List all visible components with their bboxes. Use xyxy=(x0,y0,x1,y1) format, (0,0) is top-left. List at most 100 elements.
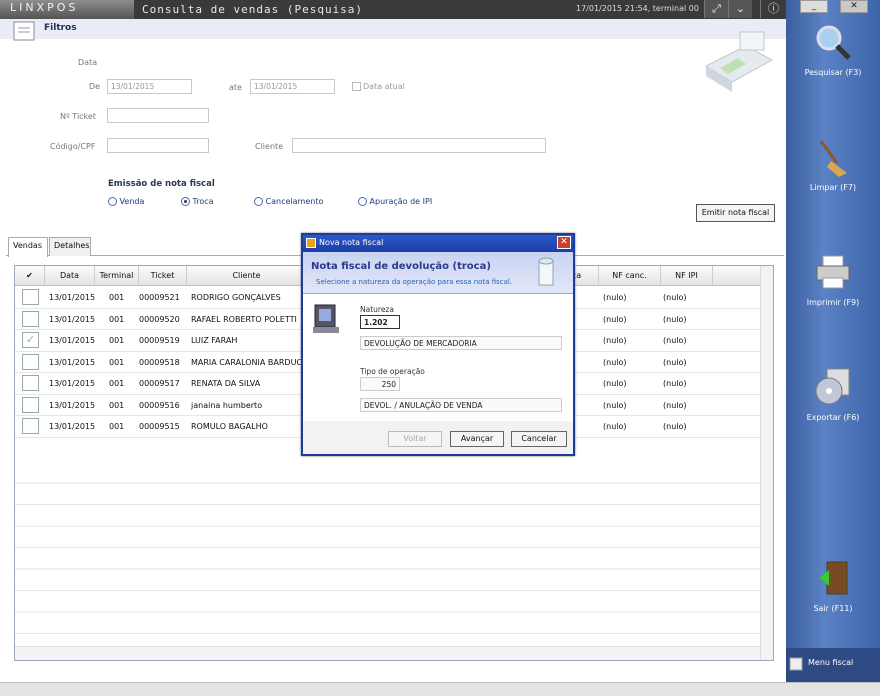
sidebar-item-exportar[interactable]: Exportar (F6) xyxy=(786,367,880,422)
voltar-button[interactable]: Voltar xyxy=(388,431,442,447)
data-label: Data xyxy=(78,58,98,67)
dialog-subtitle: Selecione a natureza da operação para es… xyxy=(316,278,513,286)
exit-door-icon xyxy=(819,561,848,595)
row-checkbox[interactable] xyxy=(22,289,39,305)
minimize-button[interactable]: _ xyxy=(800,0,828,13)
cancelar-button[interactable]: Cancelar xyxy=(511,431,567,447)
col-cliente[interactable]: Cliente xyxy=(187,266,307,286)
cell-cliente: LUIZ FARAH xyxy=(191,336,238,345)
cash-register-icon xyxy=(704,31,774,92)
close-button[interactable]: ✕ xyxy=(840,0,868,13)
notebook-icon xyxy=(789,657,803,671)
row-checkbox[interactable] xyxy=(22,332,39,348)
printer-icon xyxy=(816,255,850,289)
computer-icon xyxy=(313,304,339,333)
radio-troca[interactable]: Troca xyxy=(181,197,214,206)
sidebar-item-sair[interactable]: Sair (F11) xyxy=(786,558,880,613)
col-check[interactable]: ✔ xyxy=(15,266,45,286)
cliente-field[interactable] xyxy=(292,138,546,153)
cell-check xyxy=(15,309,45,330)
cell-nf-canc: (nulo) xyxy=(603,379,627,388)
col-data[interactable]: Data xyxy=(45,266,95,286)
avancar-button[interactable]: Avançar xyxy=(450,431,504,447)
row-checkbox[interactable] xyxy=(22,396,39,413)
cell-cliente: ROMULO BAGALHO xyxy=(191,422,268,431)
magnifier-icon xyxy=(816,25,851,60)
cell-ticket: 00009520 xyxy=(139,314,180,324)
natureza-field[interactable]: 1.202 xyxy=(360,315,400,329)
cell-data: 13/01/2015 xyxy=(49,314,96,324)
ticket-field[interactable] xyxy=(107,108,209,123)
date-to-field[interactable]: 13/01/2015 xyxy=(250,79,335,94)
emitir-nota-fiscal-button[interactable]: Emitir nota fiscal xyxy=(696,204,775,222)
data-atual-label: Data atual xyxy=(363,82,405,91)
info-button[interactable]: ⓘ xyxy=(760,0,786,18)
dialog-close-button[interactable]: ✕ xyxy=(557,236,571,249)
row-checkbox[interactable] xyxy=(22,375,39,391)
cell-data: 13/01/2015 xyxy=(49,357,96,367)
cell-ticket: 00009519 xyxy=(139,336,180,345)
cell-nf-canc: (nulo) xyxy=(603,293,627,302)
cell-cliente: RENATA DA SILVA xyxy=(191,379,261,388)
radio-venda[interactable]: Venda xyxy=(108,197,144,206)
col-ticket[interactable]: Ticket xyxy=(139,266,187,286)
codigo-cpf-field[interactable] xyxy=(107,138,209,153)
cell-check xyxy=(15,330,45,351)
filtros-title: Filtros xyxy=(44,23,77,33)
date-from-field[interactable]: 13/01/2015 xyxy=(107,79,192,94)
emissao-label: Emissão de nota fiscal xyxy=(108,179,215,189)
radio-cancelamento-dot xyxy=(254,197,263,206)
radio-apuracao-ipi[interactable]: Apuração de IPI xyxy=(358,197,432,206)
tab-detalhes[interactable]: Detalhes xyxy=(49,237,91,256)
cell-nf-canc: (nulo) xyxy=(603,314,627,324)
tipo-operacao-description: DEVOL. / ANULAÇÃO DE VENDA xyxy=(360,398,562,412)
sidebar-item-imprimir[interactable]: Imprimir (F9) xyxy=(786,252,880,307)
database-icon xyxy=(538,257,554,286)
cell-nf-ipi: (nulo) xyxy=(663,314,687,324)
cell-ticket: 00009518 xyxy=(139,357,180,367)
status-text: 17/01/2015 21:54, terminal 00 xyxy=(576,4,699,13)
window-title: Consulta de vendas (Pesquisa) xyxy=(142,3,364,16)
sidebar-item-label: Pesquisar (F3) xyxy=(804,68,862,77)
status-bar xyxy=(0,682,880,696)
col-nf-canc[interactable]: NF canc. xyxy=(599,266,661,286)
broom-icon xyxy=(819,140,847,177)
row-checkbox[interactable] xyxy=(22,353,39,370)
nova-nota-fiscal-dialog: Nova nota fiscal ✕ Nota fiscal de devolu… xyxy=(301,233,575,456)
disc-icon xyxy=(815,368,850,405)
ate-label: ate xyxy=(229,83,242,92)
cell-nf-ipi: (nulo) xyxy=(663,293,687,302)
vertical-scrollbar[interactable] xyxy=(760,266,773,660)
row-checkbox[interactable] xyxy=(22,310,39,327)
cell-terminal: 001 xyxy=(109,314,125,324)
dialog-title: Nova nota fiscal xyxy=(319,238,384,247)
cell-data: 13/01/2015 xyxy=(49,336,96,345)
info-icon: ⓘ xyxy=(768,2,779,15)
cell-data: 13/01/2015 xyxy=(49,293,96,302)
tipo-operacao-field[interactable]: 250 xyxy=(360,377,400,391)
radio-cancelamento-label: Cancelamento xyxy=(265,197,324,206)
expand-icon: ⤢ xyxy=(712,2,721,15)
filtros-header xyxy=(0,19,786,39)
row-checkbox[interactable] xyxy=(22,418,39,434)
tab-vendas[interactable]: Vendas xyxy=(8,237,48,257)
sidebar-item-limpar[interactable]: Limpar (F7) xyxy=(786,137,880,192)
sidebar-item-pesquisar[interactable]: Pesquisar (F3) xyxy=(786,22,880,77)
radio-cancelamento[interactable]: Cancelamento xyxy=(254,197,323,206)
collapse-button[interactable]: ⌄ xyxy=(728,0,752,18)
radio-troca-dot xyxy=(181,197,190,206)
cell-terminal: 001 xyxy=(109,336,125,345)
cell-terminal: 001 xyxy=(109,293,125,302)
cell-data: 13/01/2015 xyxy=(49,422,96,431)
radio-apuracao-dot xyxy=(358,197,367,206)
menu-fiscal-button[interactable]: Menu fiscal xyxy=(786,648,880,682)
col-terminal[interactable]: Terminal xyxy=(95,266,139,286)
data-atual-checkbox[interactable] xyxy=(352,82,361,91)
col-nf-ipi[interactable]: NF IPI xyxy=(661,266,713,286)
chevron-down-icon: ⌄ xyxy=(735,2,746,15)
horizontal-scrollbar[interactable] xyxy=(15,646,760,660)
expand-button[interactable]: ⤢ xyxy=(704,0,728,18)
cell-nf-canc: (nulo) xyxy=(603,357,627,367)
cell-cliente: MARIA CARALONIA BARDUCO xyxy=(191,357,303,367)
cell-check xyxy=(15,287,45,308)
